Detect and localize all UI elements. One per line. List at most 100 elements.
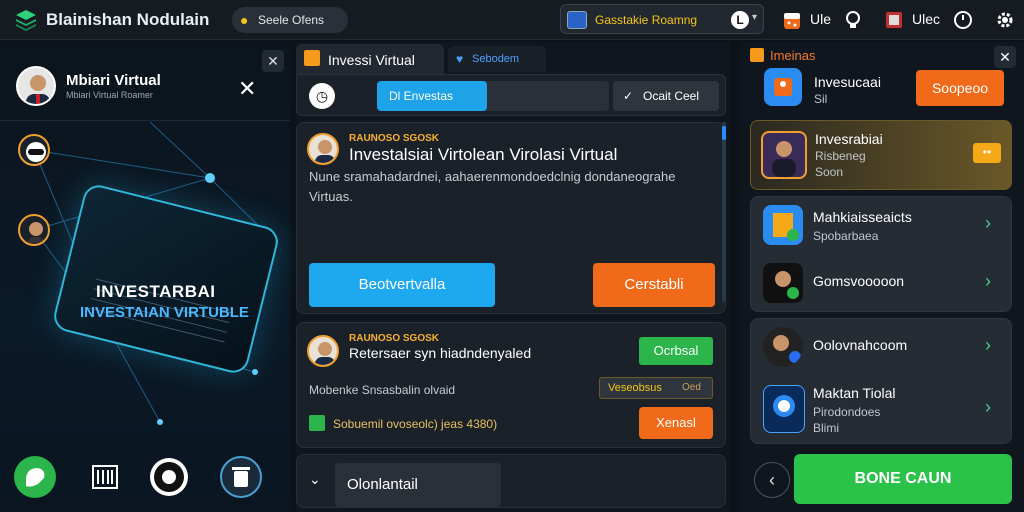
row-sub2: Soon — [815, 165, 844, 179]
list-item[interactable]: Mahkiaisseaicts Spobarbaea › — [751, 197, 1013, 253]
post-tag: RAUNOSO SGOSK — [349, 133, 440, 144]
roaming-selector[interactable]: Gasstakie Roamng L ▾ — [560, 4, 764, 34]
scrollbar[interactable] — [722, 122, 726, 302]
app-title: Blainishan Nodulain — [46, 10, 210, 29]
chevron-right-icon: › — [985, 213, 991, 233]
list-item[interactable]: Maktan Tiolal Pirodondoes Blimi › — [751, 377, 1013, 443]
row-title: Gomsvooooon — [813, 273, 905, 289]
clock-icon[interactable]: ◷ — [309, 83, 335, 109]
row-sub: Pirodondoes — [813, 405, 881, 419]
list-item[interactable]: Oolovnahcoom › — [751, 319, 1013, 375]
row-title: Invesucaai — [814, 74, 881, 90]
post-tag: RAUNOSO SGOSK — [349, 333, 440, 344]
secondary-button[interactable]: Cerstabli — [593, 263, 715, 307]
tab-label: Invessi Virtual — [328, 52, 415, 68]
barcode-icon[interactable] — [84, 456, 126, 498]
tab-invessi-virtual[interactable]: Invessi Virtual — [296, 44, 444, 74]
tab-label: Sebodem — [472, 53, 520, 65]
search-label: Seele Ofens — [258, 13, 325, 27]
post-meta: Sobuemil ovoseolc) jeas 4380) — [333, 417, 498, 431]
row-title: Invesrabiai — [815, 131, 883, 147]
close-icon[interactable]: ✕ — [238, 76, 256, 102]
search-pill[interactable]: ● Seele Ofens — [232, 7, 348, 33]
list-item[interactable]: Invesrabiai Risbeneg Soon •• — [750, 120, 1012, 190]
roaming-label: Gasstakie Roamng — [595, 13, 698, 27]
app-icon — [761, 131, 807, 179]
divider — [0, 120, 290, 121]
search-icon: ● — [240, 12, 249, 28]
avatar — [763, 263, 803, 303]
toolbar: ◷ Dl Envestas ✓ Ocait Ceel — [296, 74, 726, 116]
globe-icon — [763, 385, 805, 433]
check-icon: ✓ — [623, 89, 634, 103]
chevron-down-icon: ⌄ — [309, 471, 321, 487]
chat-icon[interactable] — [14, 456, 56, 498]
orange-action-button[interactable]: Xenasl — [639, 407, 713, 439]
post-card: RAUNOSO SGOSK Retersaer syn hiadndenyale… — [296, 322, 726, 448]
avatar[interactable] — [307, 335, 339, 367]
hero-subtitle: INVESTAIAN VIRTUBLE — [80, 304, 249, 321]
face-icon[interactable] — [148, 456, 190, 498]
post-line: Mobenke Snsasbalin olvaid — [309, 383, 456, 397]
roaming-badge: L — [731, 11, 749, 29]
section-label: Olonlantail — [347, 476, 418, 493]
row-sub: Sil — [814, 92, 828, 106]
left-close-button[interactable]: ✕ — [262, 50, 284, 72]
gear-icon[interactable] — [994, 9, 1016, 31]
profile-subtitle: Mbiari Virtual Roamer — [66, 90, 153, 100]
twitter-icon: ♥ — [456, 52, 464, 66]
chevron-right-icon: › — [985, 335, 991, 355]
post-title: Retersaer syn hiadndenyaled — [349, 345, 532, 361]
app-icon — [764, 68, 802, 106]
primary-button[interactable]: Beotvertvalla — [309, 263, 495, 307]
avatar[interactable] — [16, 66, 56, 106]
trash-icon[interactable] — [220, 456, 262, 498]
top-bar: Blainishan Nodulain ● Seele Ofens Gassta… — [0, 0, 1024, 40]
row-sub2: Blimi — [813, 421, 839, 435]
pencil-icon — [750, 48, 764, 62]
post-card: RAUNOSO SGOSK Investalsiai Virtolean Vir… — [296, 122, 726, 314]
row-title: Maktan Tiolal — [813, 385, 896, 401]
topbar-item2-label: Ulec — [912, 11, 941, 27]
right-panel: Imeinas ✕ Invesucaai Sil Soopeoo Invesra… — [740, 42, 1024, 512]
segment-right-button[interactable]: ✓ Ocait Ceel — [613, 81, 719, 111]
green-action-button[interactable]: Ocrbsal — [639, 337, 713, 365]
panel-header: Imeinas — [770, 48, 816, 63]
layers-logo-icon — [16, 10, 36, 31]
bottom-cta-button[interactable]: BONE CAUN — [794, 454, 1012, 504]
tab-sebodem[interactable]: ♥ Sebodem — [448, 46, 546, 72]
list-group: Oolovnahcoom › Maktan Tiolal Pirodondoes… — [750, 318, 1012, 444]
list-item[interactable]: Gomsvooooon › — [751, 255, 1013, 311]
network-node-avatar[interactable] — [18, 214, 50, 246]
lightbulb-icon[interactable] — [842, 9, 864, 31]
flag-icon[interactable] — [884, 9, 906, 31]
row-title: Oolovnahcoom — [813, 337, 908, 353]
calendar-icon — [309, 415, 325, 431]
scrollbar-thumb[interactable] — [722, 126, 726, 140]
hero-title: INVESTARBAI — [96, 282, 216, 301]
chevron-right-icon: › — [985, 397, 991, 417]
right-close-button[interactable]: ✕ — [994, 46, 1016, 68]
row-title: Mahkiaisseaicts — [813, 209, 912, 225]
chevron-right-icon: › — [985, 271, 991, 291]
post-title: Investalsiai Virtolean Virolasi Virtual — [349, 145, 618, 164]
row-action-button[interactable]: Soopeoo — [916, 70, 1004, 106]
segment-active[interactable]: Dl Envestas — [377, 81, 487, 111]
profile-name: Mbiari Virtual — [66, 72, 161, 89]
avatar[interactable] — [307, 133, 339, 165]
collapsed-section[interactable]: ⌄ Olonlantail — [296, 454, 726, 508]
network-node-avatar[interactable] — [18, 134, 50, 166]
tag-pill[interactable]: Veseobsus Oed — [599, 377, 713, 399]
chevron-down-icon: ▾ — [752, 12, 758, 23]
clock-icon[interactable] — [952, 9, 974, 31]
row-badge: •• — [973, 143, 1001, 163]
post-description: Nune sramahadardnei, aahaerenmondoedclni… — [309, 169, 676, 204]
chevron-left-icon[interactable]: ‹ — [754, 462, 790, 498]
topbar-item1-label: Ule — [810, 11, 832, 27]
cup-icon — [763, 205, 803, 245]
dice-icon[interactable] — [782, 9, 804, 31]
list-group: Mahkiaisseaicts Spobarbaea › Gomsvooooon… — [750, 196, 1012, 312]
middle-panel: Invessi Virtual ♥ Sebodem ◷ Dl Envestas … — [296, 42, 730, 512]
pencil-icon — [304, 50, 320, 66]
row-sub: Spobarbaea — [813, 229, 879, 243]
